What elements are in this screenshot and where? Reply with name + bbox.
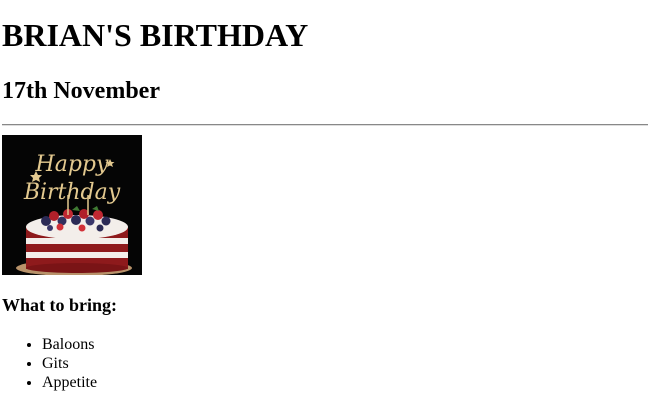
birthday-cake-image: Happy Birthday [2,135,142,275]
bring-list: Baloons Gits Appetite [2,335,97,392]
cake-illustration: Happy Birthday [2,135,142,275]
topper-birthday-text: Birthday [23,180,121,205]
bring-heading: What to bring: [2,295,118,315]
page: BRIAN'S BIRTHDAY 17th November Happy Bir… [0,0,648,408]
page-title: BRIAN'S BIRTHDAY [2,17,309,53]
list-item: Appetite [42,373,97,392]
divider [2,124,648,126]
topper-happy-text: Happy [35,152,109,177]
list-item: Gits [42,354,97,373]
list-item: Baloons [42,335,97,354]
event-date: 17th November [2,78,160,104]
